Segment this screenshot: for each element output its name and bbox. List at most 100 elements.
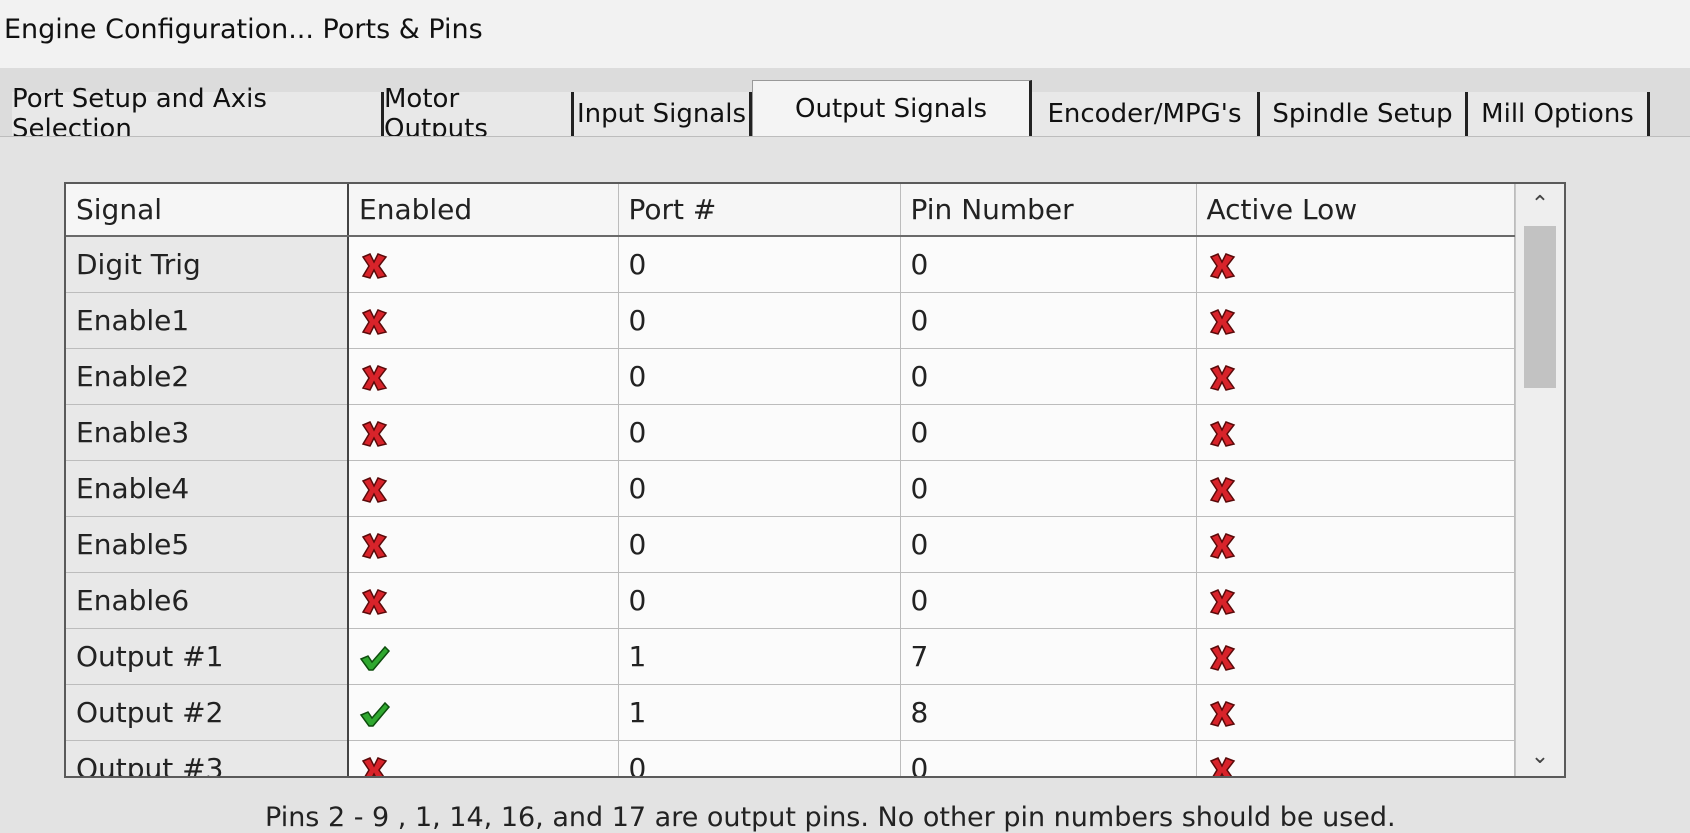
- red-x-icon[interactable]: [1207, 584, 1237, 617]
- active-low-cell[interactable]: [1196, 516, 1515, 573]
- tab-output-signals[interactable]: Output Signals: [752, 80, 1032, 136]
- vertical-scrollbar[interactable]: ⌃ ⌄: [1515, 184, 1564, 776]
- red-x-icon[interactable]: [359, 416, 389, 449]
- signal-cell[interactable]: Digit Trig: [66, 236, 349, 293]
- table-row[interactable]: Enable1 0 0: [66, 292, 1515, 349]
- pin-number-cell[interactable]: 0: [900, 236, 1197, 293]
- red-x-icon[interactable]: [359, 528, 389, 561]
- pin-number-cell[interactable]: 8: [900, 684, 1197, 741]
- active-low-cell[interactable]: [1196, 572, 1515, 629]
- red-x-icon[interactable]: [359, 248, 389, 281]
- table-row[interactable]: Enable5 0 0: [66, 516, 1515, 573]
- enabled-cell[interactable]: [348, 516, 619, 573]
- table-row[interactable]: Output #3 0 0: [66, 740, 1515, 776]
- tab-motor-outputs[interactable]: Motor Outputs: [384, 84, 574, 144]
- red-x-icon[interactable]: [1207, 528, 1237, 561]
- col-header-port[interactable]: Port #: [618, 184, 901, 237]
- col-header-pin-number[interactable]: Pin Number: [900, 184, 1197, 237]
- table-row[interactable]: Enable2 0 0: [66, 348, 1515, 405]
- pin-number-cell[interactable]: 0: [900, 404, 1197, 461]
- output-signals-grid: Signal Enabled Port # Pin Number Active …: [64, 182, 1566, 778]
- signal-cell[interactable]: Enable1: [66, 292, 349, 349]
- green-check-icon[interactable]: [359, 640, 391, 673]
- active-low-cell[interactable]: [1196, 740, 1515, 776]
- active-low-cell[interactable]: [1196, 628, 1515, 685]
- pin-number-cell[interactable]: 7: [900, 628, 1197, 685]
- active-low-cell[interactable]: [1196, 460, 1515, 517]
- signal-cell[interactable]: Enable5: [66, 516, 349, 573]
- scroll-thumb[interactable]: [1524, 226, 1556, 388]
- table-header-row: Signal Enabled Port # Pin Number Active …: [66, 184, 1515, 237]
- signal-cell[interactable]: Enable2: [66, 348, 349, 405]
- active-low-cell[interactable]: [1196, 292, 1515, 349]
- port-cell[interactable]: 0: [618, 292, 901, 349]
- port-cell[interactable]: 0: [618, 740, 901, 776]
- pin-number-cell[interactable]: 0: [900, 460, 1197, 517]
- table-row[interactable]: Output #2 1 8: [66, 684, 1515, 741]
- red-x-icon[interactable]: [359, 360, 389, 393]
- scroll-up-icon[interactable]: ⌃: [1516, 184, 1564, 224]
- red-x-icon[interactable]: [1207, 360, 1237, 393]
- signal-cell[interactable]: Enable6: [66, 572, 349, 629]
- enabled-cell[interactable]: [348, 628, 619, 685]
- port-cell[interactable]: 0: [618, 516, 901, 573]
- red-x-icon[interactable]: [1207, 752, 1237, 776]
- tab-spindle-setup[interactable]: Spindle Setup: [1260, 92, 1468, 136]
- port-cell[interactable]: 0: [618, 236, 901, 293]
- enabled-cell[interactable]: [348, 404, 619, 461]
- active-low-cell[interactable]: [1196, 684, 1515, 741]
- tab-port-setup[interactable]: Port Setup and Axis Selection: [12, 84, 384, 144]
- pin-number-cell[interactable]: 0: [900, 292, 1197, 349]
- col-header-enabled[interactable]: Enabled: [348, 184, 619, 237]
- red-x-icon[interactable]: [359, 472, 389, 505]
- green-check-icon[interactable]: [359, 696, 391, 729]
- enabled-cell[interactable]: [348, 348, 619, 405]
- port-cell[interactable]: 0: [618, 348, 901, 405]
- pin-number-cell[interactable]: 0: [900, 740, 1197, 776]
- port-cell[interactable]: 0: [618, 572, 901, 629]
- signals-table: Signal Enabled Port # Pin Number Active …: [66, 184, 1515, 776]
- enabled-cell[interactable]: [348, 460, 619, 517]
- col-header-active-low[interactable]: Active Low: [1196, 184, 1515, 237]
- enabled-cell[interactable]: [348, 236, 619, 293]
- pin-number-cell[interactable]: 0: [900, 516, 1197, 573]
- table-row[interactable]: Output #1 1 7: [66, 628, 1515, 685]
- red-x-icon[interactable]: [359, 304, 389, 337]
- tab-input-signals[interactable]: Input Signals: [574, 92, 752, 136]
- table-row[interactable]: Enable6 0 0: [66, 572, 1515, 629]
- active-low-cell[interactable]: [1196, 236, 1515, 293]
- port-cell[interactable]: 0: [618, 460, 901, 517]
- red-x-icon[interactable]: [1207, 304, 1237, 337]
- enabled-cell[interactable]: [348, 572, 619, 629]
- enabled-cell[interactable]: [348, 740, 619, 776]
- active-low-cell[interactable]: [1196, 348, 1515, 405]
- port-cell[interactable]: 1: [618, 628, 901, 685]
- red-x-icon[interactable]: [1207, 416, 1237, 449]
- enabled-cell[interactable]: [348, 684, 619, 741]
- signal-cell[interactable]: Enable3: [66, 404, 349, 461]
- red-x-icon[interactable]: [1207, 696, 1237, 729]
- output-pins-note: Pins 2 - 9 , 1, 14, 16, and 17 are outpu…: [265, 802, 1396, 833]
- signal-cell[interactable]: Output #3: [66, 740, 349, 776]
- signal-cell[interactable]: Output #1: [66, 628, 349, 685]
- port-cell[interactable]: 0: [618, 404, 901, 461]
- col-header-signal[interactable]: Signal: [66, 184, 349, 237]
- table-row[interactable]: Digit Trig 0 0: [66, 236, 1515, 293]
- red-x-icon[interactable]: [359, 584, 389, 617]
- active-low-cell[interactable]: [1196, 404, 1515, 461]
- pin-number-cell[interactable]: 0: [900, 572, 1197, 629]
- signal-cell[interactable]: Enable4: [66, 460, 349, 517]
- red-x-icon[interactable]: [359, 752, 389, 776]
- port-cell[interactable]: 1: [618, 684, 901, 741]
- scroll-down-icon[interactable]: ⌄: [1516, 736, 1564, 776]
- tab-mill-options[interactable]: Mill Options: [1468, 92, 1650, 136]
- table-row[interactable]: Enable3 0 0: [66, 404, 1515, 461]
- red-x-icon[interactable]: [1207, 472, 1237, 505]
- table-row[interactable]: Enable4 0 0: [66, 460, 1515, 517]
- red-x-icon[interactable]: [1207, 248, 1237, 281]
- signal-cell[interactable]: Output #2: [66, 684, 349, 741]
- tab-encoder-mpgs[interactable]: Encoder/MPG's: [1032, 92, 1260, 136]
- enabled-cell[interactable]: [348, 292, 619, 349]
- pin-number-cell[interactable]: 0: [900, 348, 1197, 405]
- red-x-icon[interactable]: [1207, 640, 1237, 673]
